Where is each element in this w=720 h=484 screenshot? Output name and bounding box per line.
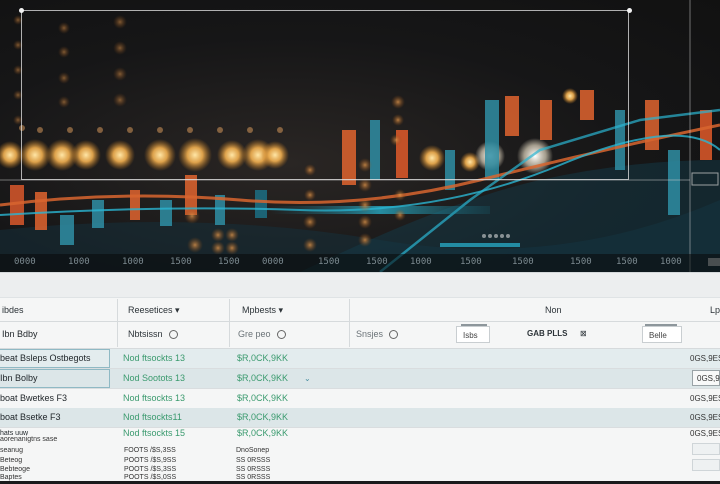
summary-label: Beteog: [0, 457, 23, 464]
selection-rectangle[interactable]: [21, 10, 629, 180]
data-table-panel: ibdes Reesetices ▾ Mpbests ▾ Non Lp Ibn …: [0, 272, 720, 481]
axis-tick: 1500: [570, 257, 592, 267]
filter-box[interactable]: Isbs Ps: [456, 324, 490, 357]
summary-status: SS 0RSSS: [236, 457, 271, 464]
axis-tick: 0000: [262, 257, 284, 267]
axis-tick: 1500: [616, 257, 638, 267]
row-detail: Nod ftsockts 13: [123, 353, 186, 363]
filter-box[interactable]: Belle Ps: [642, 324, 682, 357]
axis-tick: 1000: [660, 257, 682, 267]
side-action-button[interactable]: [692, 443, 720, 455]
summary-label: Bebteoge: [0, 466, 30, 473]
row-value: 0GS,9ES: [690, 354, 720, 363]
summary-value: POOTS /$S,3SS: [124, 466, 177, 473]
radio-icon[interactable]: [276, 330, 286, 340]
summary-label: seanug: [0, 447, 23, 454]
axis-tick: 1000: [122, 257, 144, 267]
column-header-sortable[interactable]: Reesetices ▾: [128, 299, 180, 321]
summary-value: FOOTS /$S,3SS: [124, 447, 176, 454]
axis-tick: 1500: [218, 257, 240, 267]
filter-option[interactable]: Snsjes: [356, 321, 399, 347]
summary-status: SS 0RSSS: [236, 466, 271, 473]
table-header-row: ibdes Reesetices ▾ Mpbests ▾ Non Lp: [0, 299, 720, 322]
column-header[interactable]: Non: [545, 299, 562, 321]
row-amount: $R,0CK,9KK: [237, 393, 289, 403]
chevron-down-icon[interactable]: ⌄: [304, 369, 311, 388]
radio-icon[interactable]: [168, 330, 178, 340]
row-amount: $R,0CK,9KK: [237, 373, 289, 383]
filter-option[interactable]: Nbtsissn: [128, 321, 178, 347]
filter-option-label: Gre peo: [238, 329, 271, 339]
table-row[interactable]: boat Bwetkes F3 Nod ftsockts 13 $R,0CK,9…: [0, 389, 720, 409]
filter-option-label: Snsjes: [356, 329, 384, 339]
filter-option-label: Nbtsissn: [128, 329, 163, 339]
row-detail: Nod Sootots 13: [123, 373, 186, 383]
axis-tick: 1500: [318, 257, 340, 267]
axis-tick: 1500: [512, 257, 534, 267]
axis-tick: 1500: [366, 257, 388, 267]
axis-tick: 1500: [460, 257, 482, 267]
column-header[interactable]: Lp: [710, 299, 720, 321]
row-name: Ibn Bolby: [0, 373, 38, 383]
selection-handle-top-right[interactable]: [627, 8, 632, 13]
row-name: beat Bsleps Ostbegots: [0, 353, 91, 363]
summary-label: aorenanigtns sase: [0, 436, 58, 443]
table-filter-row: Ibn Bdby Nbtsissn Gre peo Snsjes Isbs Ps…: [0, 321, 720, 357]
filter-box-indicator: [645, 324, 677, 326]
summary-row: aorenanigtns sase: [0, 436, 720, 446]
row-name: boat Bwetkes F3: [0, 393, 68, 403]
filter-option[interactable]: Gre peo: [238, 321, 286, 347]
column-header[interactable]: ibdes: [2, 299, 24, 321]
side-action-button[interactable]: [692, 459, 720, 471]
filter-label: GAB PLLS: [527, 329, 568, 338]
row-amount: $R,0CK,9KK: [237, 353, 289, 363]
time-axis: 0000 1000 1000 1500 1500 0000 1500 1500 …: [0, 254, 720, 272]
row-value-input[interactable]: 0GS,9ES: [692, 370, 720, 386]
summary-status: DnoSonep: [236, 447, 270, 454]
axis-tick: 1000: [410, 257, 432, 267]
axis-tick: 1500: [170, 257, 192, 267]
summary-value: POOTS /$S,9SS: [124, 457, 177, 464]
radio-icon[interactable]: [389, 330, 399, 340]
panel-toolbar: [0, 273, 720, 298]
column-header-sortable[interactable]: Mpbests ▾: [242, 299, 283, 321]
row-detail: Nod ftsockts 13: [123, 393, 186, 403]
row-value: 0GS,9ES: [690, 394, 720, 403]
filter-label: Ibn Bdby: [2, 329, 38, 339]
checkbox-icon[interactable]: ⊠: [580, 321, 587, 347]
table-row[interactable]: Ibn Bolby Nod Sootots 13 $R,0CK,9KK ⌄ 0G…: [0, 369, 720, 389]
filter-box-indicator: [461, 324, 487, 326]
selection-handle-top-left[interactable]: [19, 8, 24, 13]
axis-tick: 0000: [14, 257, 36, 267]
table-row[interactable]: beat Bsleps Ostbegots Nod ftsockts 13 $R…: [0, 349, 720, 369]
summary-row: Baptes POOTS /$S,0SS SS 0RSSS: [0, 474, 720, 484]
axis-tick: 1000: [68, 257, 90, 267]
summary-row: seanug FOOTS /$S,3SS DnoSonep: [0, 447, 720, 457]
hero-chart-image: 0000 1000 1000 1500 1500 0000 1500 1500 …: [0, 0, 720, 272]
